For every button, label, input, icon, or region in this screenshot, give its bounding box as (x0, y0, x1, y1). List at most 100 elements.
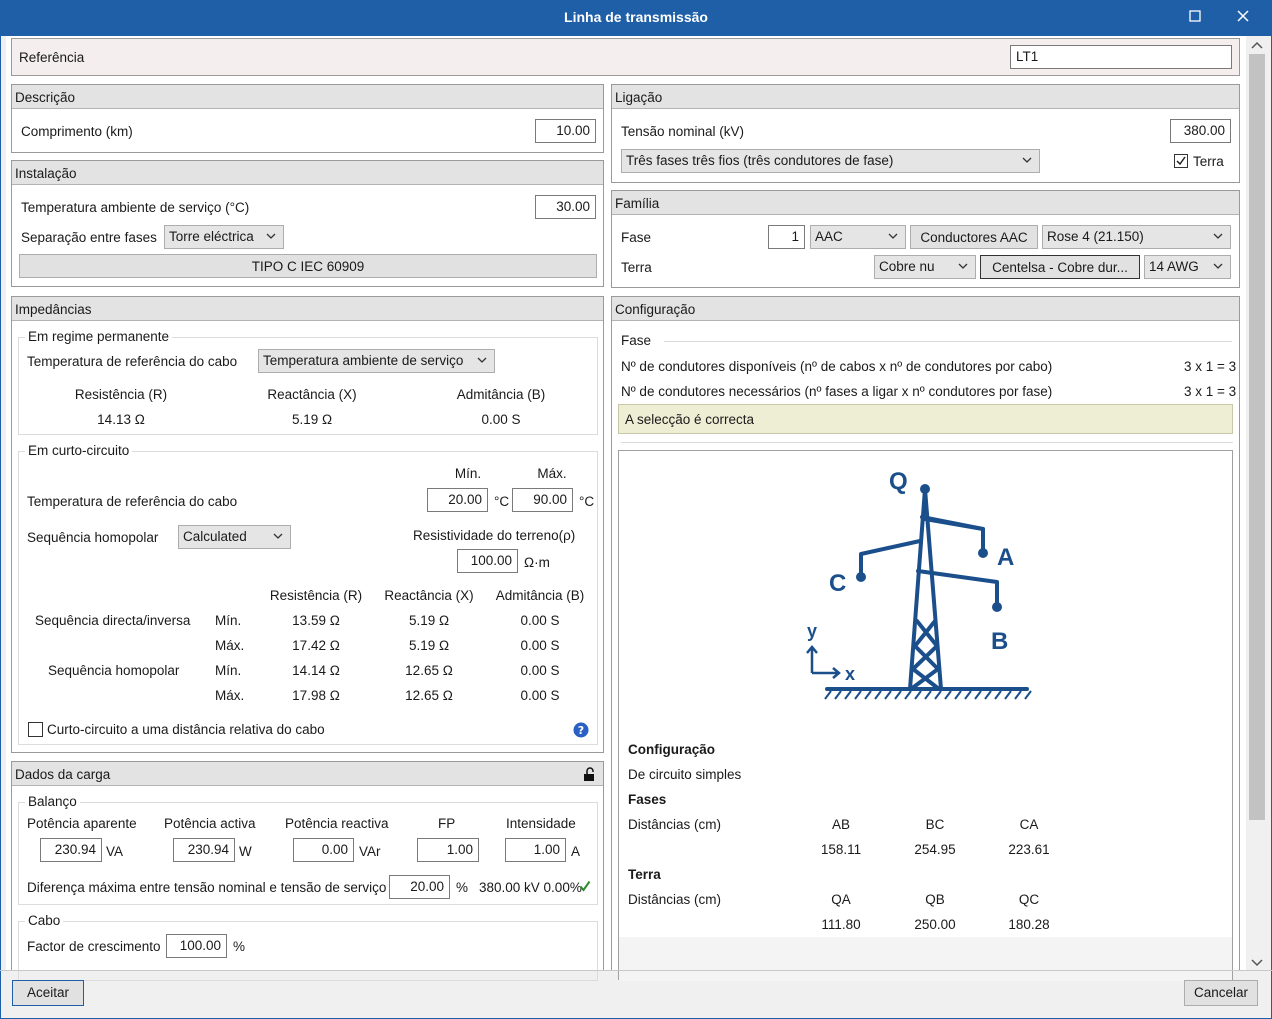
sc-temp-min-input[interactable]: 20.00 (427, 488, 488, 512)
connection-panel: Ligação Tensão nominal (kV) 380.00 Três … (611, 84, 1240, 183)
short-circuit-title: Em curto-circuito (25, 443, 133, 458)
maximize-icon[interactable] (1180, 4, 1210, 32)
chevron-down-icon (1022, 157, 1032, 163)
growth-factor-input[interactable]: 100.00 (166, 934, 227, 958)
unlock-icon[interactable] (583, 767, 597, 785)
footer-divider (0, 970, 1272, 971)
power-factor-input[interactable]: 1.00 (417, 838, 479, 862)
close-icon[interactable] (1228, 4, 1258, 32)
ambient-temp-input[interactable]: 30.00 (535, 195, 596, 219)
length-input[interactable]: 10.00 (535, 119, 596, 143)
current-unit: A (571, 844, 581, 859)
configuration-header: Configuração (612, 297, 1239, 321)
phase-material-select[interactable]: AAC (810, 225, 906, 249)
phase-bc-value: 254.95 (914, 842, 956, 857)
row-group-label: Sequência homopolar (48, 663, 180, 678)
phase-conductor-value: Rose 4 (21.150) (1047, 229, 1144, 244)
load-data-header: Dados da carga (12, 762, 603, 786)
nominal-voltage-input[interactable]: 380.00 (1170, 119, 1231, 143)
ref-temp-select[interactable]: Temperatura ambiente de serviço (258, 349, 495, 373)
scroll-down-icon[interactable] (1251, 956, 1263, 971)
chevron-down-icon (1213, 263, 1223, 269)
balance-group: Balanço Potência aparente 230.94 VA Potê… (18, 794, 598, 905)
phases-distances-label: Distâncias (cm) (628, 817, 722, 832)
diagram-axis-y: y (807, 621, 817, 641)
reactive-power-unit: VAr (359, 844, 381, 859)
window-title: Linha de transmissão (564, 9, 708, 25)
phase-count-input[interactable]: 1 (768, 225, 805, 249)
scrollbar-thumb[interactable] (1249, 54, 1265, 820)
earth-qc-header: QC (1018, 892, 1040, 907)
aac-conductors-button[interactable]: Conductores AAC (910, 225, 1038, 249)
min-header: Mín. (454, 466, 482, 481)
phase-system-select[interactable]: Três fases três fios (três condutores de… (621, 149, 1040, 173)
max-voltage-diff-label: Diferença máxima entre tensão nominal e … (27, 880, 387, 895)
zero-seq-select[interactable]: Calculated (178, 525, 291, 549)
active-power-input[interactable]: 230.94 (173, 838, 235, 862)
row-limit-label: Mín. (215, 663, 242, 678)
voltage-result: 380.00 kV 0.00% (479, 880, 582, 895)
length-label: Comprimento (km) (21, 124, 133, 139)
help-icon[interactable]: ? (573, 722, 589, 741)
reactance-value: 5.19 Ω (291, 412, 333, 427)
row-limit-label: Mín. (215, 613, 242, 628)
resistance-header: Resistência (R) (74, 387, 168, 402)
row-b-value: 0.00 S (520, 613, 560, 628)
required-conductors-label: Nº de condutores necessários (nº fases a… (621, 384, 1053, 399)
max-voltage-diff-input[interactable]: 20.00 (389, 875, 450, 899)
growth-factor-label: Factor de crescimento (27, 939, 161, 954)
chevron-down-icon (1213, 233, 1223, 239)
cable-title: Cabo (25, 913, 64, 928)
current-input[interactable]: 1.00 (505, 838, 566, 862)
ref-temp-label: Temperatura de referência do cabo (27, 354, 238, 369)
admittance-header: Admitância (B) (456, 387, 546, 402)
accept-button[interactable]: Aceitar (12, 980, 84, 1006)
active-power-label: Potência activa (164, 816, 256, 831)
connection-header: Ligação (612, 85, 1239, 109)
chevron-down-icon (477, 357, 487, 363)
earth-label: Terra (1193, 154, 1224, 169)
sc-temp-max-input[interactable]: 90.00 (512, 488, 573, 512)
apparent-power-input[interactable]: 230.94 (40, 838, 102, 862)
config-info-title: Configuração (628, 742, 716, 757)
reference-input[interactable]: LT1 (1010, 45, 1232, 69)
phase-conductor-select[interactable]: Rose 4 (21.150) (1042, 225, 1231, 249)
earth-material-select[interactable]: Cobre nu (874, 255, 976, 279)
scroll-up-icon[interactable] (1251, 38, 1263, 53)
earth-conductor-button[interactable]: Centelsa - Cobre dur... (980, 255, 1140, 279)
tipo-c-button[interactable]: TIPO C IEC 60909 (19, 254, 597, 278)
family-header: Família (612, 191, 1239, 215)
row-b-value: 0.00 S (520, 638, 560, 653)
earth-checkbox[interactable] (1174, 154, 1188, 168)
description-panel: Descrição Comprimento (km) 10.00 (11, 84, 604, 153)
diagram-axis-x: x (845, 664, 855, 684)
balance-title: Balanço (25, 794, 80, 809)
row-x-value: 12.65 Ω (405, 688, 453, 703)
sc-admittance-header: Admitância (B) (495, 588, 585, 603)
sc-resistance-header: Resistência (R) (269, 588, 363, 603)
selection-status-text: A selecção é correcta (625, 412, 755, 427)
relative-distance-checkbox[interactable] (28, 722, 43, 737)
zero-seq-label: Sequência homopolar (27, 530, 159, 545)
description-header: Descrição (12, 85, 603, 109)
phase-separation-select[interactable]: Torre eléctrica (164, 225, 284, 249)
reactive-power-label: Potência reactiva (285, 816, 389, 831)
divider (621, 442, 1233, 443)
soil-resistivity-input[interactable]: 100.00 (457, 549, 518, 573)
earth-size-select[interactable]: 14 AWG (1144, 255, 1231, 279)
apparent-power-label: Potência aparente (27, 816, 137, 831)
impedances-panel: Impedâncias Em regime permanente Tempera… (11, 296, 604, 753)
diagram-label-c: C (829, 570, 846, 597)
chevron-down-icon (888, 233, 898, 239)
steady-state-group: Em regime permanente Temperatura de refe… (18, 329, 598, 435)
row-r-value: 17.98 Ω (292, 688, 340, 703)
cancel-button[interactable]: Cancelar (1184, 980, 1258, 1006)
row-group-label: Sequência directa/inversa (35, 613, 191, 628)
configuration-view: Q A C B y x Configuração De circuito sim… (618, 450, 1233, 981)
current-label: Intensidade (506, 816, 576, 831)
earth-material-value: Cobre nu (879, 259, 935, 274)
diagram-label-a: A (997, 544, 1014, 571)
row-limit-label: Máx. (215, 688, 245, 703)
divider (664, 341, 1232, 342)
reactive-power-input[interactable]: 0.00 (293, 838, 354, 862)
